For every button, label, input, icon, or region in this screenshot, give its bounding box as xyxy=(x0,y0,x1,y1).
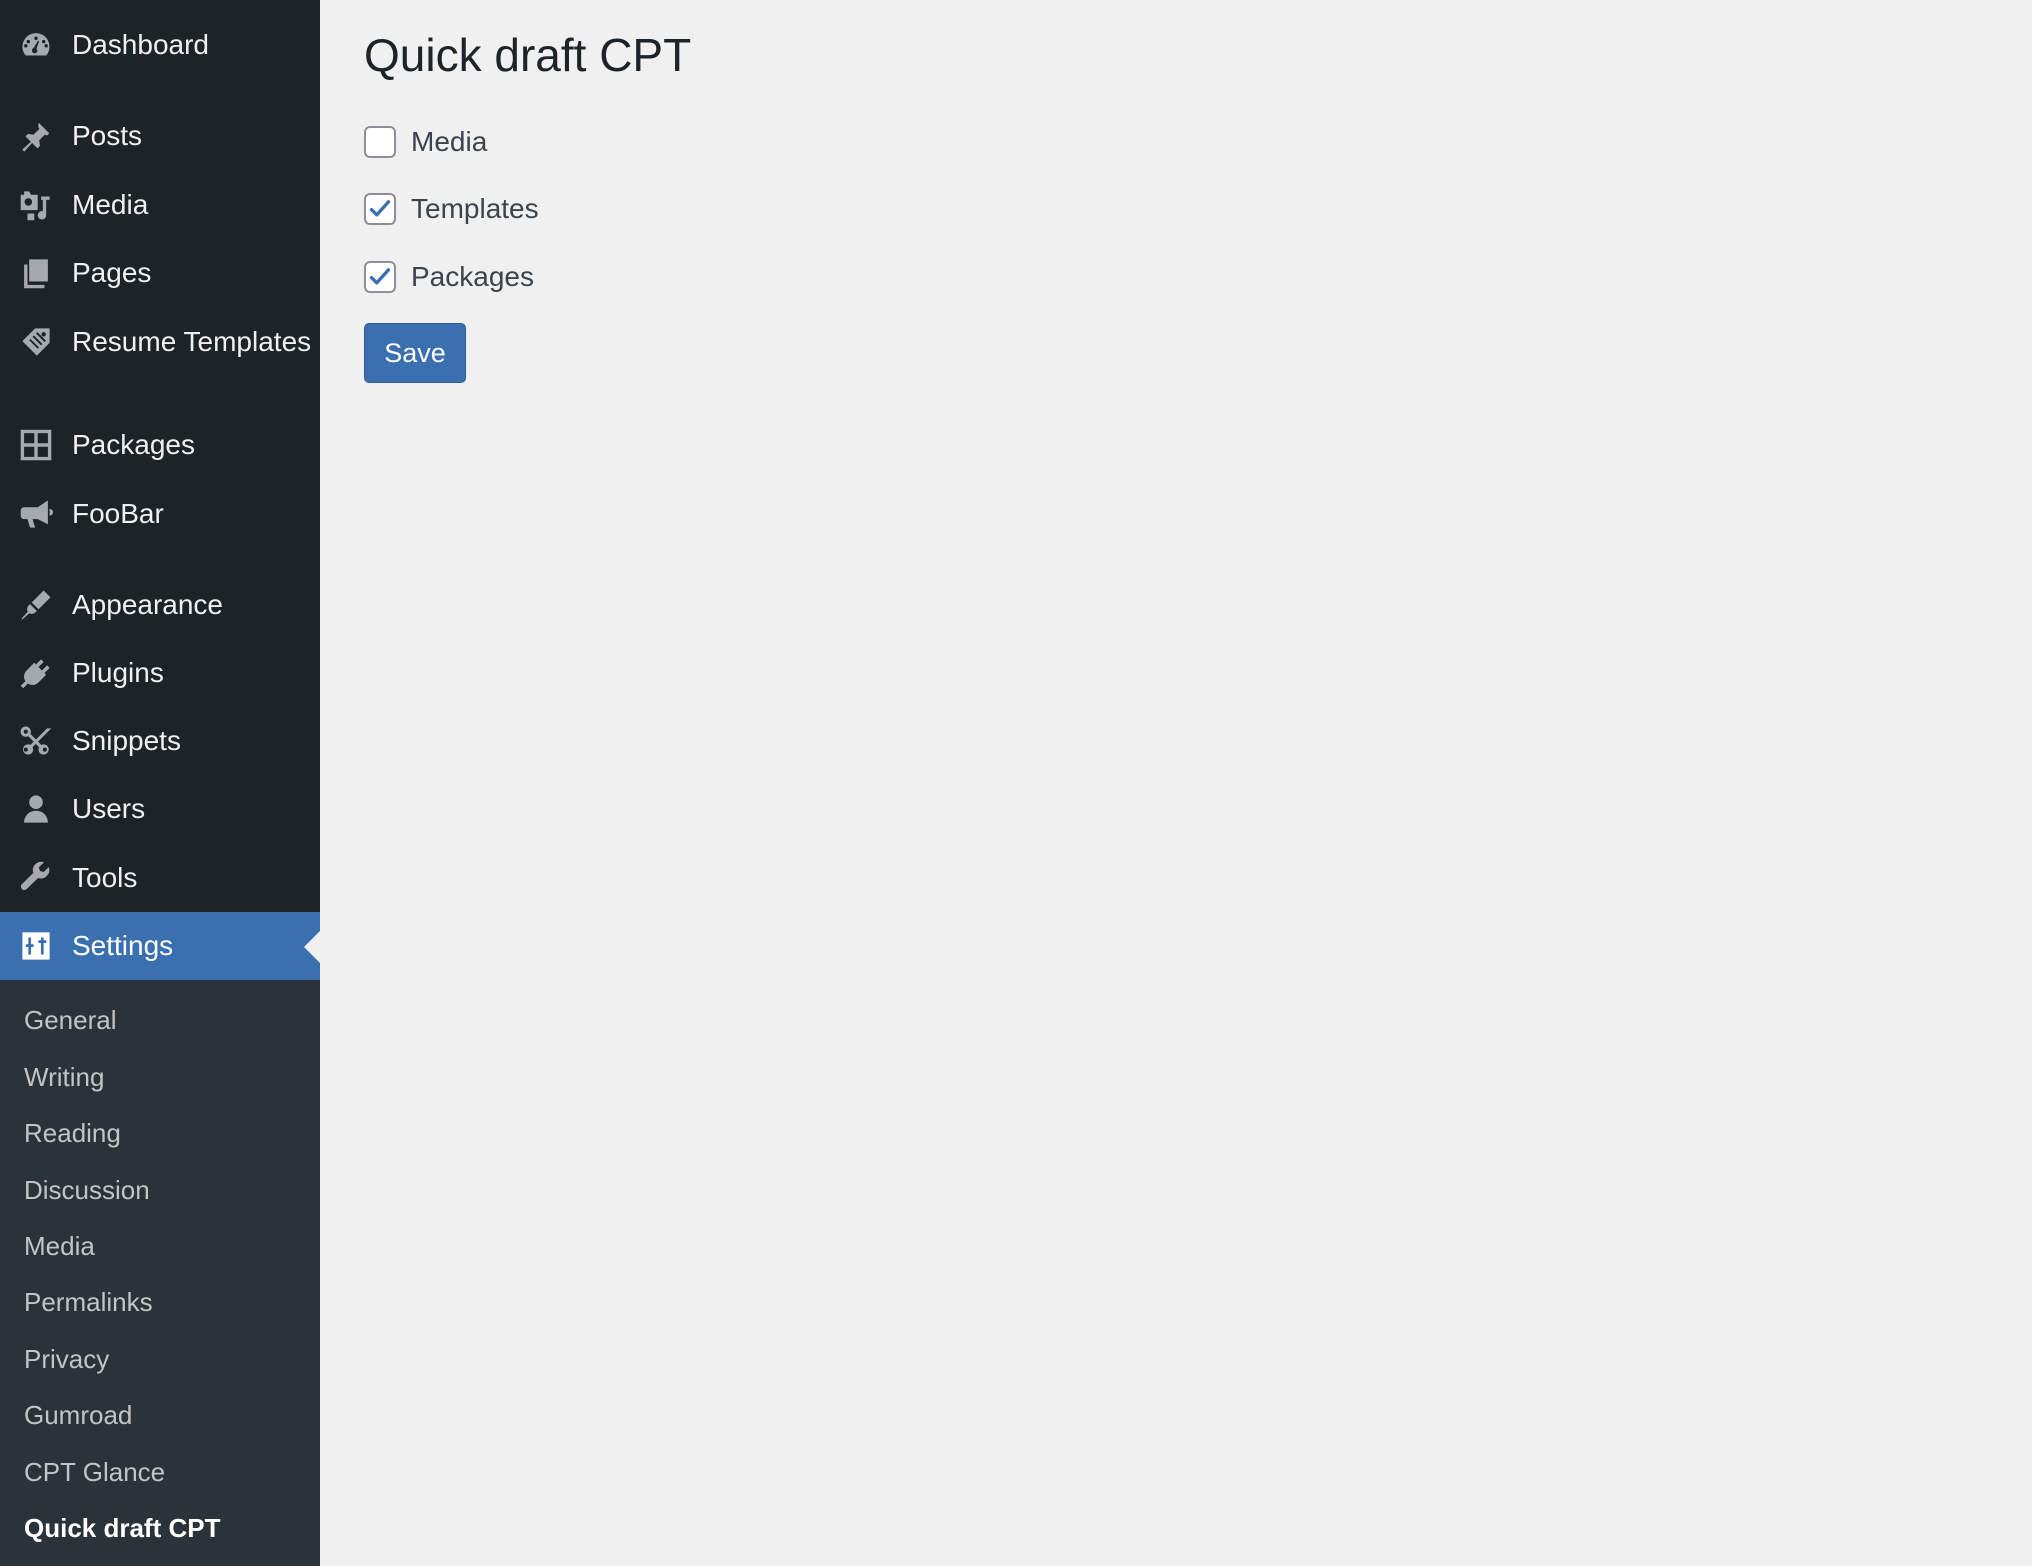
page-title: Quick draft CPT xyxy=(364,29,692,81)
submenu-item-quick-draft-cpt[interactable]: Quick draft CPT xyxy=(24,1511,220,1545)
wrench-icon xyxy=(18,860,54,896)
megaphone-icon xyxy=(18,496,54,532)
submenu-item-cpt-glance[interactable]: CPT Glance xyxy=(24,1455,165,1489)
active-indicator-arrow xyxy=(304,930,320,963)
sidebar-item-label: Pages xyxy=(72,257,152,288)
media-checkbox[interactable] xyxy=(364,126,396,158)
tag-icon xyxy=(18,324,54,360)
plug-icon xyxy=(18,655,54,691)
sidebar-item-plugins[interactable]: Plugins xyxy=(0,655,320,695)
option-media[interactable]: Media xyxy=(364,124,487,160)
sidebar-item-appearance[interactable]: Appearance xyxy=(0,587,320,627)
pages-icon xyxy=(18,255,54,291)
submenu-item-gumroad[interactable]: Gumroad xyxy=(24,1398,132,1432)
settings-icon xyxy=(18,928,54,964)
checkmark-icon xyxy=(369,268,391,285)
sidebar-item-label: Plugins xyxy=(72,657,164,688)
sidebar-item-label: Appearance xyxy=(72,589,224,620)
sidebar-item-snippets[interactable]: Snippets xyxy=(0,723,320,763)
admin-sidebar: Dashboard Posts Media Pages Resume Templ xyxy=(0,0,320,1566)
submenu-item-general[interactable]: General xyxy=(24,1003,117,1037)
submenu-item-discussion[interactable]: Discussion xyxy=(24,1173,150,1207)
sidebar-item-users[interactable]: Users xyxy=(0,791,320,831)
scissors-icon xyxy=(18,723,54,759)
sidebar-item-label: Dashboard xyxy=(72,29,209,60)
sidebar-item-settings[interactable]: Settings xyxy=(0,912,320,981)
option-packages[interactable]: Packages xyxy=(364,259,534,295)
sidebar-item-label: Posts xyxy=(72,120,143,151)
app-window: Dashboard Posts Media Pages Resume Templ xyxy=(0,0,2032,1566)
dashboard-icon xyxy=(18,27,54,63)
sidebar-item-label: Media xyxy=(72,189,149,220)
submenu-item-media[interactable]: Media xyxy=(24,1229,95,1263)
submenu-item-privacy[interactable]: Privacy xyxy=(24,1342,109,1376)
pushpin-icon xyxy=(18,118,54,154)
sidebar-item-packages[interactable]: Packages xyxy=(0,427,320,467)
sidebar-item-resume-templates[interactable]: Resume Templates xyxy=(0,324,320,400)
sidebar-item-media[interactable]: Media xyxy=(0,187,320,227)
templates-checkbox[interactable] xyxy=(364,193,396,225)
sidebar-item-label: Resume Templates xyxy=(72,326,312,357)
sidebar-item-tools[interactable]: Tools xyxy=(0,860,320,900)
option-label: Packages xyxy=(411,261,534,292)
save-button[interactable]: Save xyxy=(364,323,466,383)
sidebar-item-label: Tools xyxy=(72,862,138,893)
sidebar-item-foobar[interactable]: FooBar xyxy=(0,496,320,536)
submenu-item-writing[interactable]: Writing xyxy=(24,1060,104,1094)
main-content: Quick draft CPT Media Templates Packages… xyxy=(320,0,2032,1566)
checkmark-icon xyxy=(369,200,391,217)
option-label: Templates xyxy=(411,193,539,224)
sidebar-item-pages[interactable]: Pages xyxy=(0,255,320,295)
sidebar-item-posts[interactable]: Posts xyxy=(0,118,320,158)
grid-icon xyxy=(18,427,54,463)
option-label: Media xyxy=(411,126,488,157)
media-icon xyxy=(18,187,54,223)
option-templates[interactable]: Templates xyxy=(364,191,539,227)
submenu-item-reading[interactable]: Reading xyxy=(24,1116,121,1150)
sidebar-item-label: Settings xyxy=(72,930,174,961)
paintbrush-icon xyxy=(18,587,54,623)
user-icon xyxy=(18,791,54,827)
settings-submenu: General Writing Reading Discussion Media… xyxy=(0,980,320,1566)
sidebar-item-label: FooBar xyxy=(72,498,164,529)
sidebar-item-label: Users xyxy=(72,793,146,824)
submenu-item-permalinks[interactable]: Permalinks xyxy=(24,1285,153,1319)
sidebar-item-label: Packages xyxy=(72,429,195,460)
sidebar-item-label: Snippets xyxy=(72,725,181,756)
sidebar-item-dashboard[interactable]: Dashboard xyxy=(0,27,320,67)
packages-checkbox[interactable] xyxy=(364,261,396,293)
